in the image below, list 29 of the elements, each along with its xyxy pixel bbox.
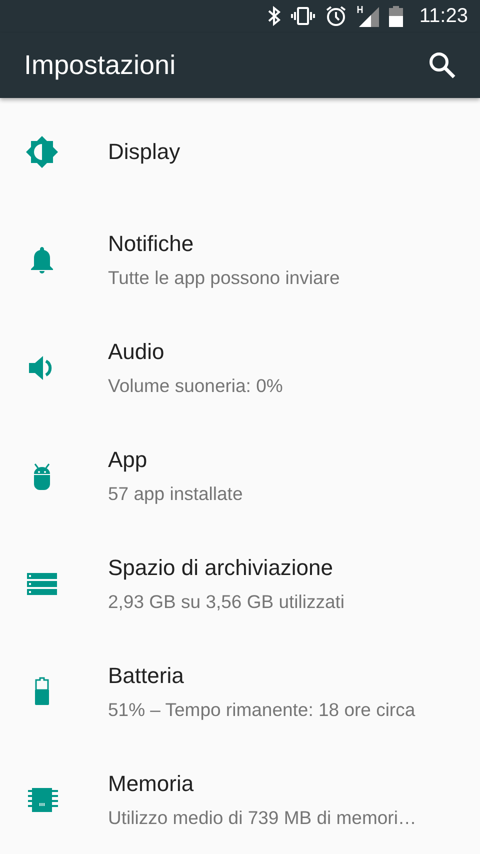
battery-status-icon xyxy=(389,5,404,28)
brightness-icon xyxy=(24,134,60,170)
setting-title: Notifiche xyxy=(108,231,195,257)
setting-title: Memoria xyxy=(108,771,195,797)
setting-summary: 51% – Tempo rimanente: 18 ore circa xyxy=(108,699,416,721)
setting-summary: Tutte le app possono inviare xyxy=(108,267,340,289)
search-icon xyxy=(428,51,456,80)
setting-summary: 57 app installate xyxy=(108,483,243,505)
alarm-icon xyxy=(325,5,348,28)
settings-item[interactable]: Memoria Utilizzo medio di 739 MB di memori… xyxy=(0,746,480,854)
settings-item[interactable]: App 57 app installate xyxy=(0,422,480,530)
setting-title: Spazio di archiviazione xyxy=(108,555,334,581)
setting-title: Batteria xyxy=(108,663,185,689)
settings-item[interactable]: Batteria 51% – Tempo rimanente: 18 ore circa xyxy=(0,638,480,746)
settings-item[interactable]: Notifiche Tutte le app possono inviare xyxy=(0,206,480,314)
vibrate-icon xyxy=(291,6,316,26)
setting-title: App xyxy=(108,447,148,473)
status-time: 11:23 xyxy=(419,4,468,28)
setting-title: Audio xyxy=(108,339,166,365)
app-title: Impostazioni xyxy=(24,50,176,81)
settings-item[interactable]: Display xyxy=(0,98,480,206)
settings-item[interactable]: Audio Volume suoneria: 0% xyxy=(0,314,480,422)
signal-icon xyxy=(357,5,380,28)
bluetooth-icon xyxy=(267,6,282,26)
setting-summary: 2,93 GB su 3,56 GB utilizzati xyxy=(108,591,345,613)
setting-title: Display xyxy=(108,139,180,165)
setting-summary: Utilizzo medio di 739 MB di memori… xyxy=(108,807,416,829)
setting-summary: Volume suoneria: 0% xyxy=(108,375,283,397)
settings-item[interactable]: Spazio di archiviazione 2,93 GB su 3,56 GB utilizzati xyxy=(0,530,480,638)
